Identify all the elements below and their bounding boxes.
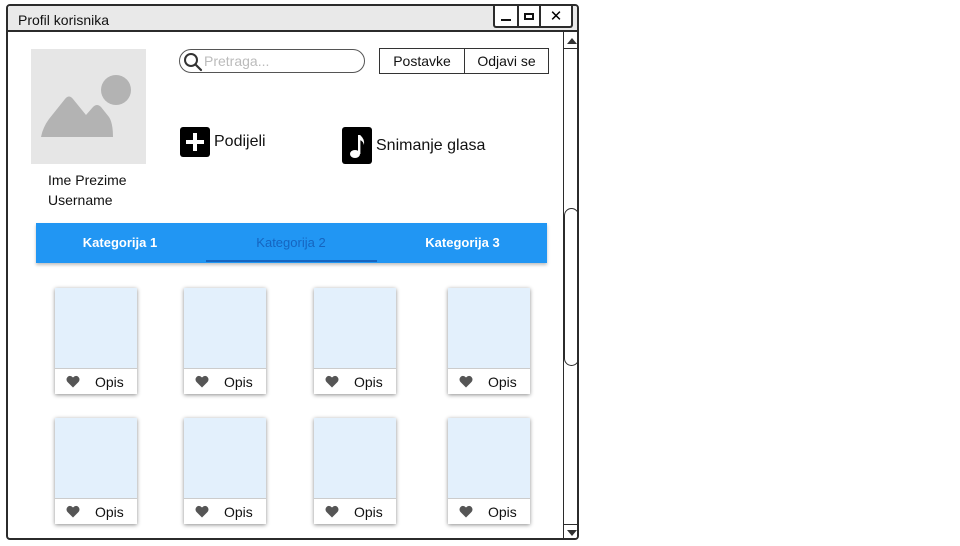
arrow-up-icon xyxy=(566,37,577,44)
heart-icon[interactable] xyxy=(325,375,339,388)
content-card[interactable]: Opis xyxy=(184,418,266,524)
scrollbar-thumb[interactable] xyxy=(564,208,577,366)
profile-window: Profil korisnika ✕ Ime Prezime Username … xyxy=(6,4,579,540)
search-box[interactable] xyxy=(179,49,365,73)
minimize-button[interactable] xyxy=(495,6,517,26)
maximize-icon xyxy=(524,12,534,20)
heart-icon[interactable] xyxy=(325,505,339,518)
share-button[interactable]: Podijeli xyxy=(180,127,266,157)
plus-icon xyxy=(180,127,210,157)
title-bar: Profil korisnika ✕ xyxy=(8,6,577,32)
heart-icon[interactable] xyxy=(195,505,209,518)
logout-button[interactable]: Odjavi se xyxy=(465,49,548,73)
card-label: Opis xyxy=(95,374,124,390)
content-card[interactable]: Opis xyxy=(55,418,137,524)
card-image xyxy=(55,418,137,498)
scroll-up-button[interactable] xyxy=(564,33,577,49)
header-button-group: Postavke Odjavi se xyxy=(379,48,549,74)
content-card[interactable]: Opis xyxy=(314,418,396,524)
heart-icon[interactable] xyxy=(459,375,473,388)
arrow-down-icon xyxy=(566,529,577,536)
heart-icon[interactable] xyxy=(66,505,80,518)
profile-name: Ime Prezime xyxy=(48,172,127,188)
tab-kategorija-2[interactable]: Kategorija 2 xyxy=(206,223,376,263)
content-card[interactable]: Opis xyxy=(314,288,396,394)
maximize-button[interactable] xyxy=(517,6,539,26)
tab-kategorija-3[interactable]: Kategorija 3 xyxy=(378,223,547,263)
close-button[interactable]: ✕ xyxy=(539,6,571,26)
card-image xyxy=(55,288,137,368)
heart-icon[interactable] xyxy=(66,375,80,388)
content-card[interactable]: Opis xyxy=(448,418,530,524)
image-placeholder-icon xyxy=(41,75,131,137)
vertical-scrollbar[interactable] xyxy=(563,32,577,538)
card-image xyxy=(448,288,530,368)
card-footer: Opis xyxy=(448,368,530,394)
avatar[interactable] xyxy=(31,49,146,164)
share-label: Podijeli xyxy=(214,133,266,150)
scroll-down-button[interactable] xyxy=(564,524,577,538)
card-footer: Opis xyxy=(184,368,266,394)
record-voice-label: Snimanje glasa xyxy=(376,136,486,154)
card-label: Opis xyxy=(224,374,253,390)
selected-tab-indicator xyxy=(206,260,377,262)
category-tab-bar: Kategorija 1 Kategorija 2 Kategorija 3 xyxy=(36,223,547,263)
card-label: Opis xyxy=(224,504,253,520)
close-icon: ✕ xyxy=(549,8,563,25)
card-label: Opis xyxy=(354,504,383,520)
card-image xyxy=(448,418,530,498)
card-label: Opis xyxy=(488,374,517,390)
card-image xyxy=(314,288,396,368)
content-card[interactable]: Opis xyxy=(55,288,137,394)
heart-icon[interactable] xyxy=(195,375,209,388)
card-label: Opis xyxy=(354,374,383,390)
card-image xyxy=(184,288,266,368)
heart-icon[interactable] xyxy=(459,505,473,518)
card-image xyxy=(314,418,396,498)
content-card[interactable]: Opis xyxy=(184,288,266,394)
profile-username: Username xyxy=(48,192,113,208)
music-note-icon xyxy=(342,127,372,164)
record-voice-button[interactable]: Snimanje glasa xyxy=(342,127,485,164)
search-icon xyxy=(184,53,203,72)
card-footer: Opis xyxy=(448,498,530,524)
window-controls: ✕ xyxy=(493,6,573,28)
content-card[interactable]: Opis xyxy=(448,288,530,394)
card-footer: Opis xyxy=(55,368,137,394)
search-input[interactable] xyxy=(204,53,354,69)
card-image xyxy=(184,418,266,498)
settings-button[interactable]: Postavke xyxy=(380,49,465,73)
minimize-icon xyxy=(501,18,511,21)
card-label: Opis xyxy=(95,504,124,520)
card-footer: Opis xyxy=(184,498,266,524)
card-footer: Opis xyxy=(55,498,137,524)
card-footer: Opis xyxy=(314,498,396,524)
card-footer: Opis xyxy=(314,368,396,394)
card-label: Opis xyxy=(488,504,517,520)
window-title: Profil korisnika xyxy=(18,12,110,28)
tab-kategorija-1[interactable]: Kategorija 1 xyxy=(36,223,204,263)
